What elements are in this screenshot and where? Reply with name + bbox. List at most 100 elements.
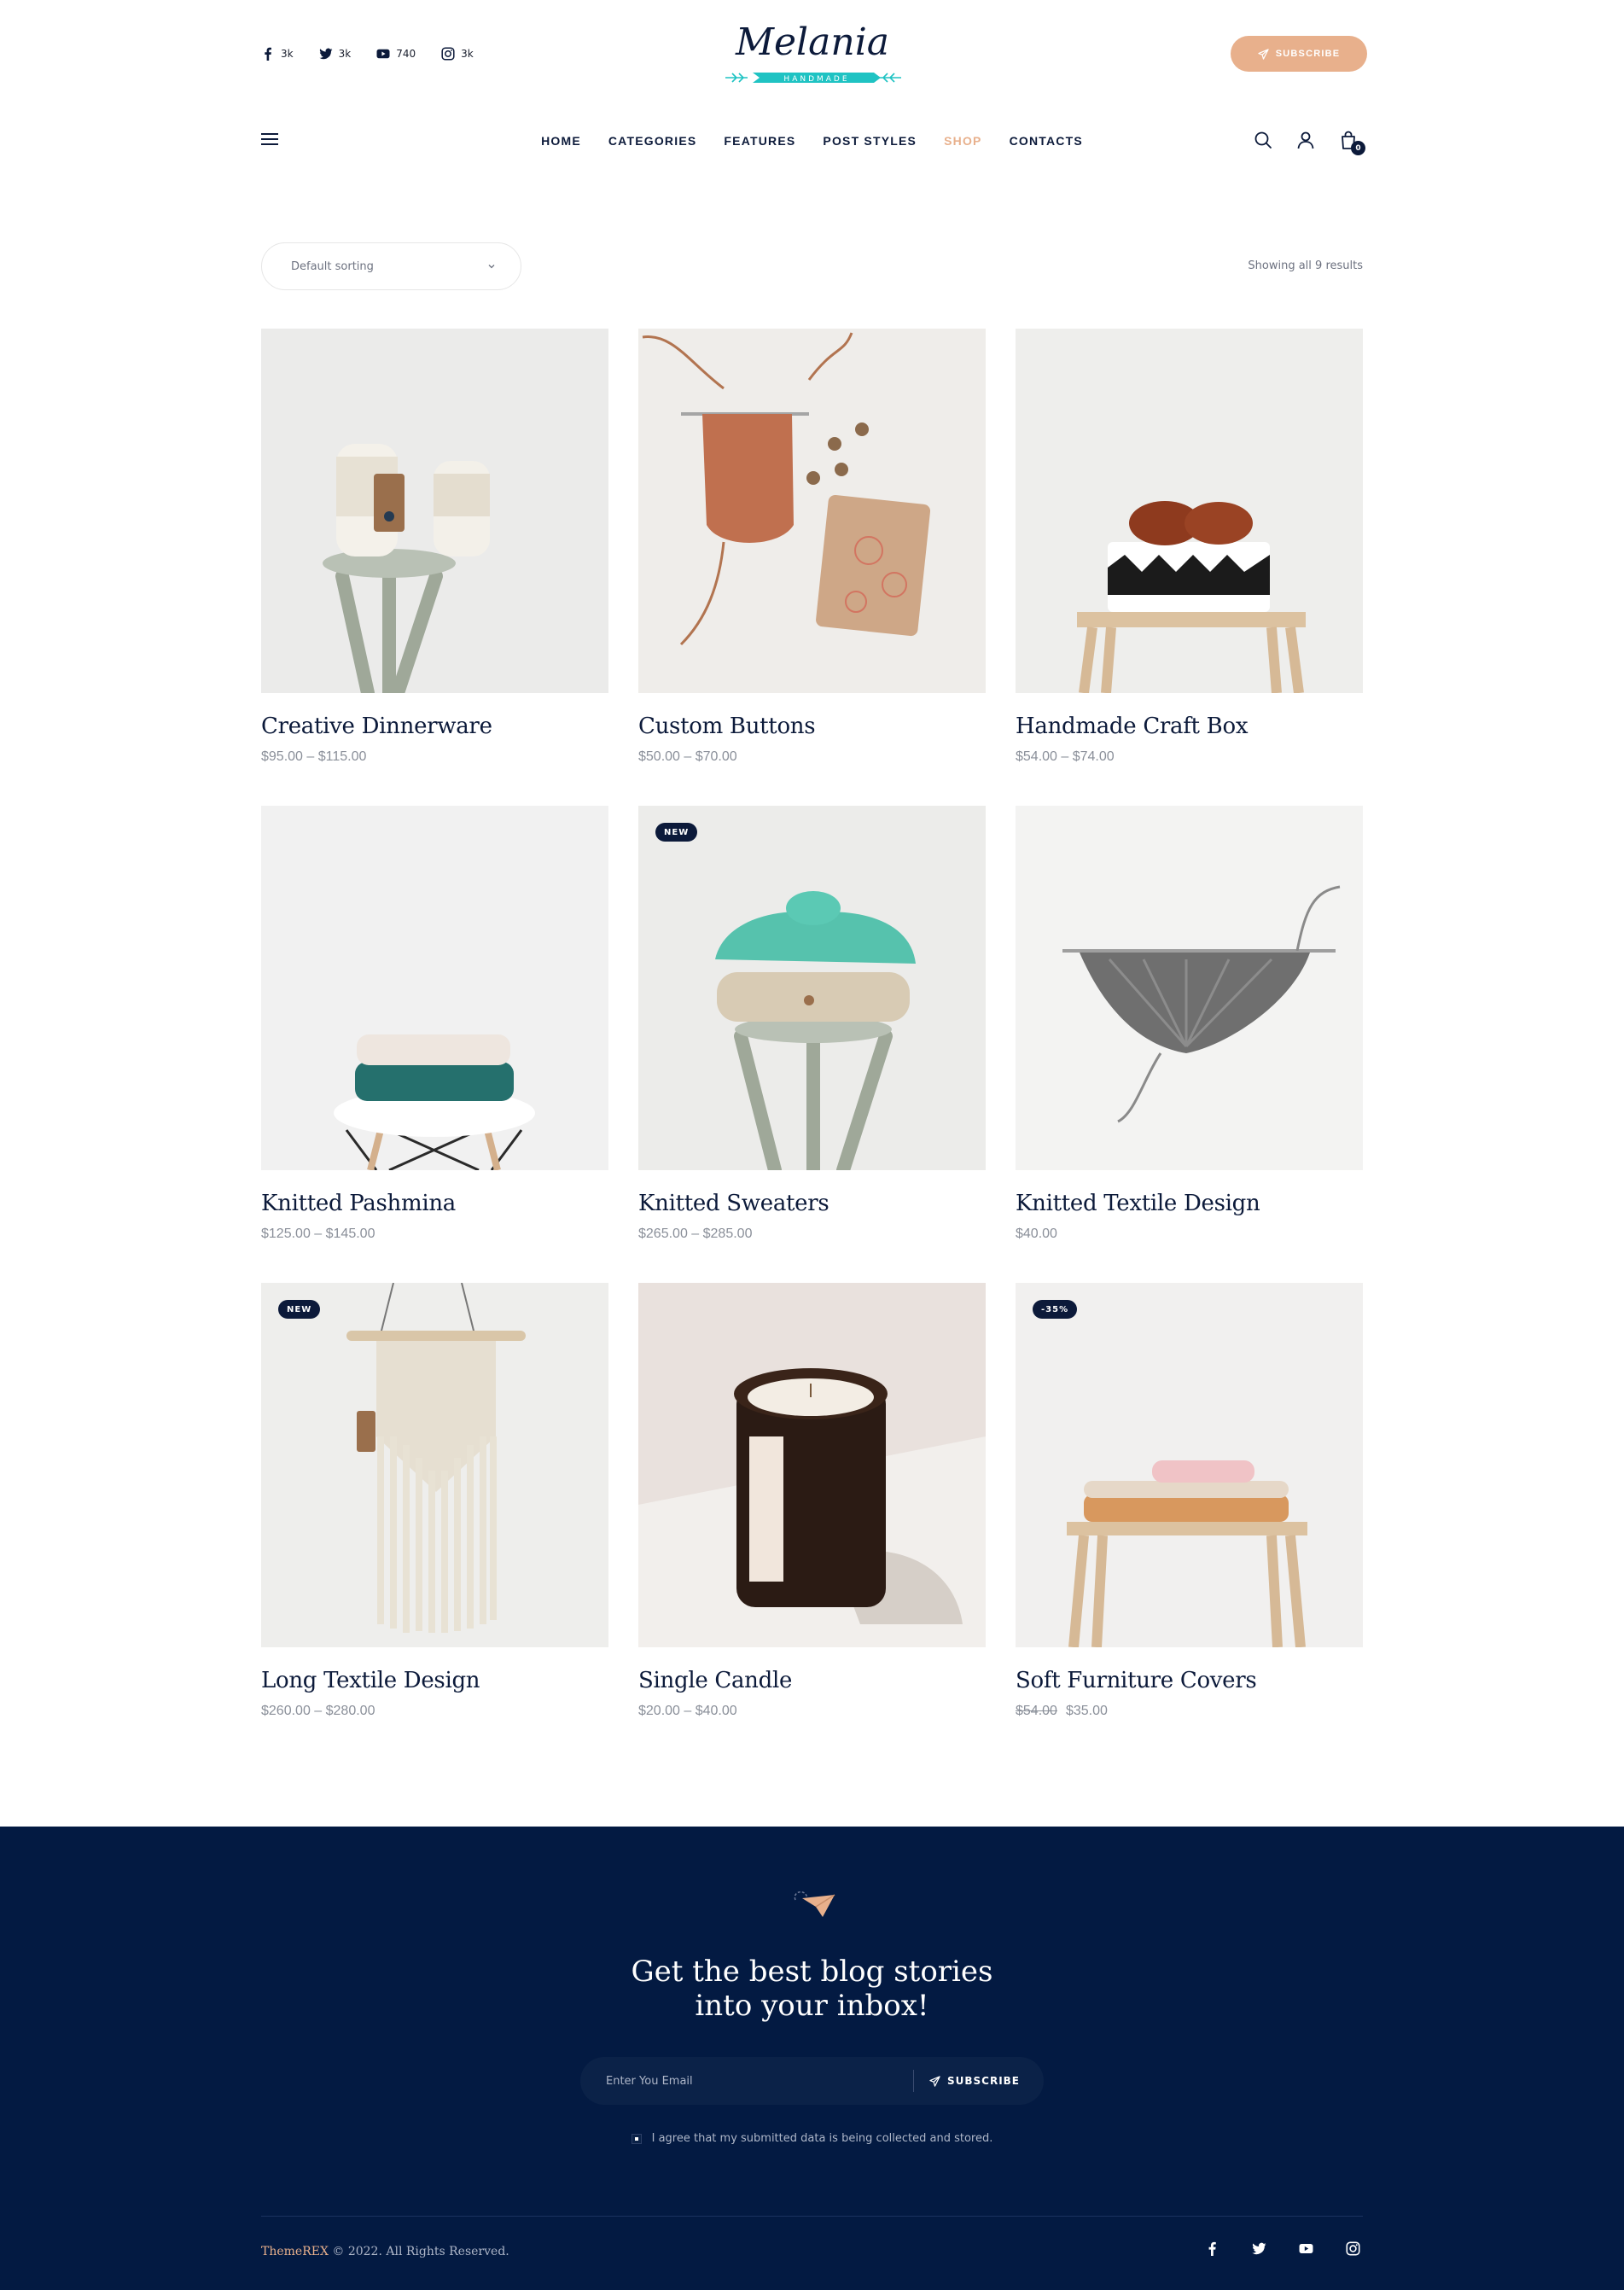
melania-logo: Melania HANDMADE [725,20,901,84]
facebook-count: 3k [281,48,294,60]
instagram-icon [441,47,455,61]
product-price: $40.00 [1016,1227,1057,1241]
footer-instagram-link[interactable] [1346,2241,1360,2256]
product-card[interactable]: Creative Dinnerware $95.00 – $115.00 [261,329,608,765]
consent-checkbox[interactable] [631,2133,642,2144]
instagram-count: 3k [461,48,474,60]
newsletter-heading: Get the best blog stories into your inbo… [0,1955,1624,2023]
old-price: $54.00 [1016,1704,1057,1718]
newsletter-heading-line2: into your inbox! [695,1989,929,2023]
newsletter-subscribe-button[interactable]: SUBSCRIBE [914,2057,1044,2105]
product-title[interactable]: Soft Furniture Covers [1016,1668,1363,1693]
product-card[interactable]: Custom Buttons $50.00 – $70.00 [638,329,986,765]
product-image-handmade-craft-box[interactable] [1016,329,1363,693]
product-title[interactable]: Knitted Textile Design [1016,1191,1363,1216]
product-card[interactable]: Knitted Textile Design $40.00 [1016,806,1363,1242]
footer-social-links [1205,2241,1360,2256]
twitter-icon [318,48,333,60]
cart-icon[interactable]: 0 [1338,130,1365,155]
product-card[interactable]: Single Candle $20.00 – $40.00 [638,1283,986,1719]
product-title[interactable]: Long Textile Design [261,1668,608,1693]
instagram-link[interactable]: 3k [441,47,474,61]
facebook-icon [265,47,271,61]
product-title[interactable]: Knitted Pashmina [261,1191,608,1216]
email-field[interactable] [580,2057,913,2105]
nav-menu: HOME CATEGORIES FEATURES POST STYLES SHO… [0,119,1624,162]
consent-text: I agree that my submitted data is being … [651,2132,993,2145]
brand-link[interactable]: ThemeREX [261,2245,329,2258]
product-price: $20.00 – $40.00 [638,1704,737,1718]
product-title[interactable]: Knitted Sweaters [638,1191,986,1216]
copyright: ThemeREX © 2022. All Rights Reserved. [261,2245,509,2258]
consent-row: I agree that my submitted data is being … [0,2132,1624,2145]
sorting-value: Default sorting [291,259,374,273]
product-card[interactable]: Knitted Pashmina $125.00 – $145.00 [261,806,608,1242]
product-title[interactable]: Handmade Craft Box [1016,714,1363,739]
nav-actions: 0 [1253,130,1365,155]
youtube-icon [376,49,390,59]
chevron-down-icon [488,265,495,269]
logo-script: Melania [735,20,889,64]
twitter-link[interactable]: 3k [318,47,352,61]
product-price: $54.00 – $74.00 [1016,749,1115,764]
sale-badge: -35% [1033,1300,1078,1319]
top-bar: 3k 3k 740 3k Melania HANDMADE SUBSCRIBE [0,0,1624,109]
subscribe-button[interactable]: SUBSCRIBE [1231,36,1367,72]
product-price: $265.00 – $285.00 [638,1227,753,1241]
product-card[interactable]: Handmade Craft Box $54.00 – $74.00 [1016,329,1363,765]
product-image-creative-dinnerware[interactable] [261,329,608,693]
paper-plane-icon [790,1886,836,1920]
product-card[interactable]: -35% Soft Furniture Covers $54.00 $35.00 [1016,1283,1363,1719]
footer-divider [261,2216,1363,2217]
send-icon [929,2075,940,2087]
youtube-icon [1299,2243,1313,2254]
product-price: $54.00 $35.00 [1016,1704,1363,1719]
nav-item-categories[interactable]: CATEGORIES [595,134,711,148]
subscribe-label: SUBSCRIBE [1275,49,1341,59]
sorting-select[interactable]: Default sorting [261,242,521,290]
logo-tagline: HANDMADE [783,75,849,84]
sale-price: $35.00 [1065,1704,1108,1718]
instagram-icon [1346,2241,1360,2256]
product-image-knitted-textile-design[interactable] [1016,806,1363,1170]
new-badge: NEW [655,823,698,842]
send-icon [1258,48,1269,60]
product-title[interactable]: Creative Dinnerware [261,714,608,739]
site-logo[interactable]: Melania HANDMADE [713,19,911,87]
footer-twitter-link[interactable] [1252,2241,1266,2256]
nav-item-contacts[interactable]: CONTACTS [996,134,1097,148]
hamburger-menu-icon[interactable] [261,133,280,149]
nav-item-features[interactable]: FEATURES [710,134,809,148]
product-image-custom-buttons[interactable] [638,329,986,693]
product-image-long-textile-design[interactable]: NEW [261,1283,608,1647]
search-icon[interactable] [1253,130,1273,150]
twitter-count: 3k [338,48,352,60]
newsletter-form: SUBSCRIBE [580,2057,1044,2105]
user-account-icon[interactable] [1295,130,1316,150]
product-image-single-candle[interactable] [638,1283,986,1647]
product-price: $125.00 – $145.00 [261,1227,375,1241]
site-footer: Get the best blog stories into your inbo… [0,1827,1624,2290]
nav-item-post-styles[interactable]: POST STYLES [809,134,930,148]
youtube-count: 740 [396,48,416,60]
product-title[interactable]: Single Candle [638,1668,986,1693]
product-card[interactable]: NEW Long Textile Design $260.00 – $280.0… [261,1283,608,1719]
footer-facebook-link[interactable] [1205,2241,1219,2256]
footer-youtube-link[interactable] [1299,2241,1313,2256]
newsletter-heading-line1: Get the best blog stories [631,1955,993,1989]
product-image-knitted-sweaters[interactable]: NEW [638,806,986,1170]
new-badge: NEW [278,1300,321,1319]
nav-item-shop[interactable]: SHOP [930,134,995,148]
nav-item-home[interactable]: HOME [527,134,595,148]
youtube-link[interactable]: 740 [376,47,416,61]
product-image-knitted-pashmina[interactable] [261,806,608,1170]
product-price: $50.00 – $70.00 [638,749,737,764]
twitter-icon [1252,2242,1266,2255]
product-title[interactable]: Custom Buttons [638,714,986,739]
result-count: Showing all 9 results [1248,259,1363,272]
facebook-link[interactable]: 3k [261,47,294,61]
header-social-links: 3k 3k 740 3k [261,47,474,61]
product-image-soft-furniture-covers[interactable]: -35% [1016,1283,1363,1647]
product-price: $260.00 – $280.00 [261,1704,375,1718]
product-card[interactable]: NEW Knitted Sweaters $265.00 – $285.00 [638,806,986,1242]
